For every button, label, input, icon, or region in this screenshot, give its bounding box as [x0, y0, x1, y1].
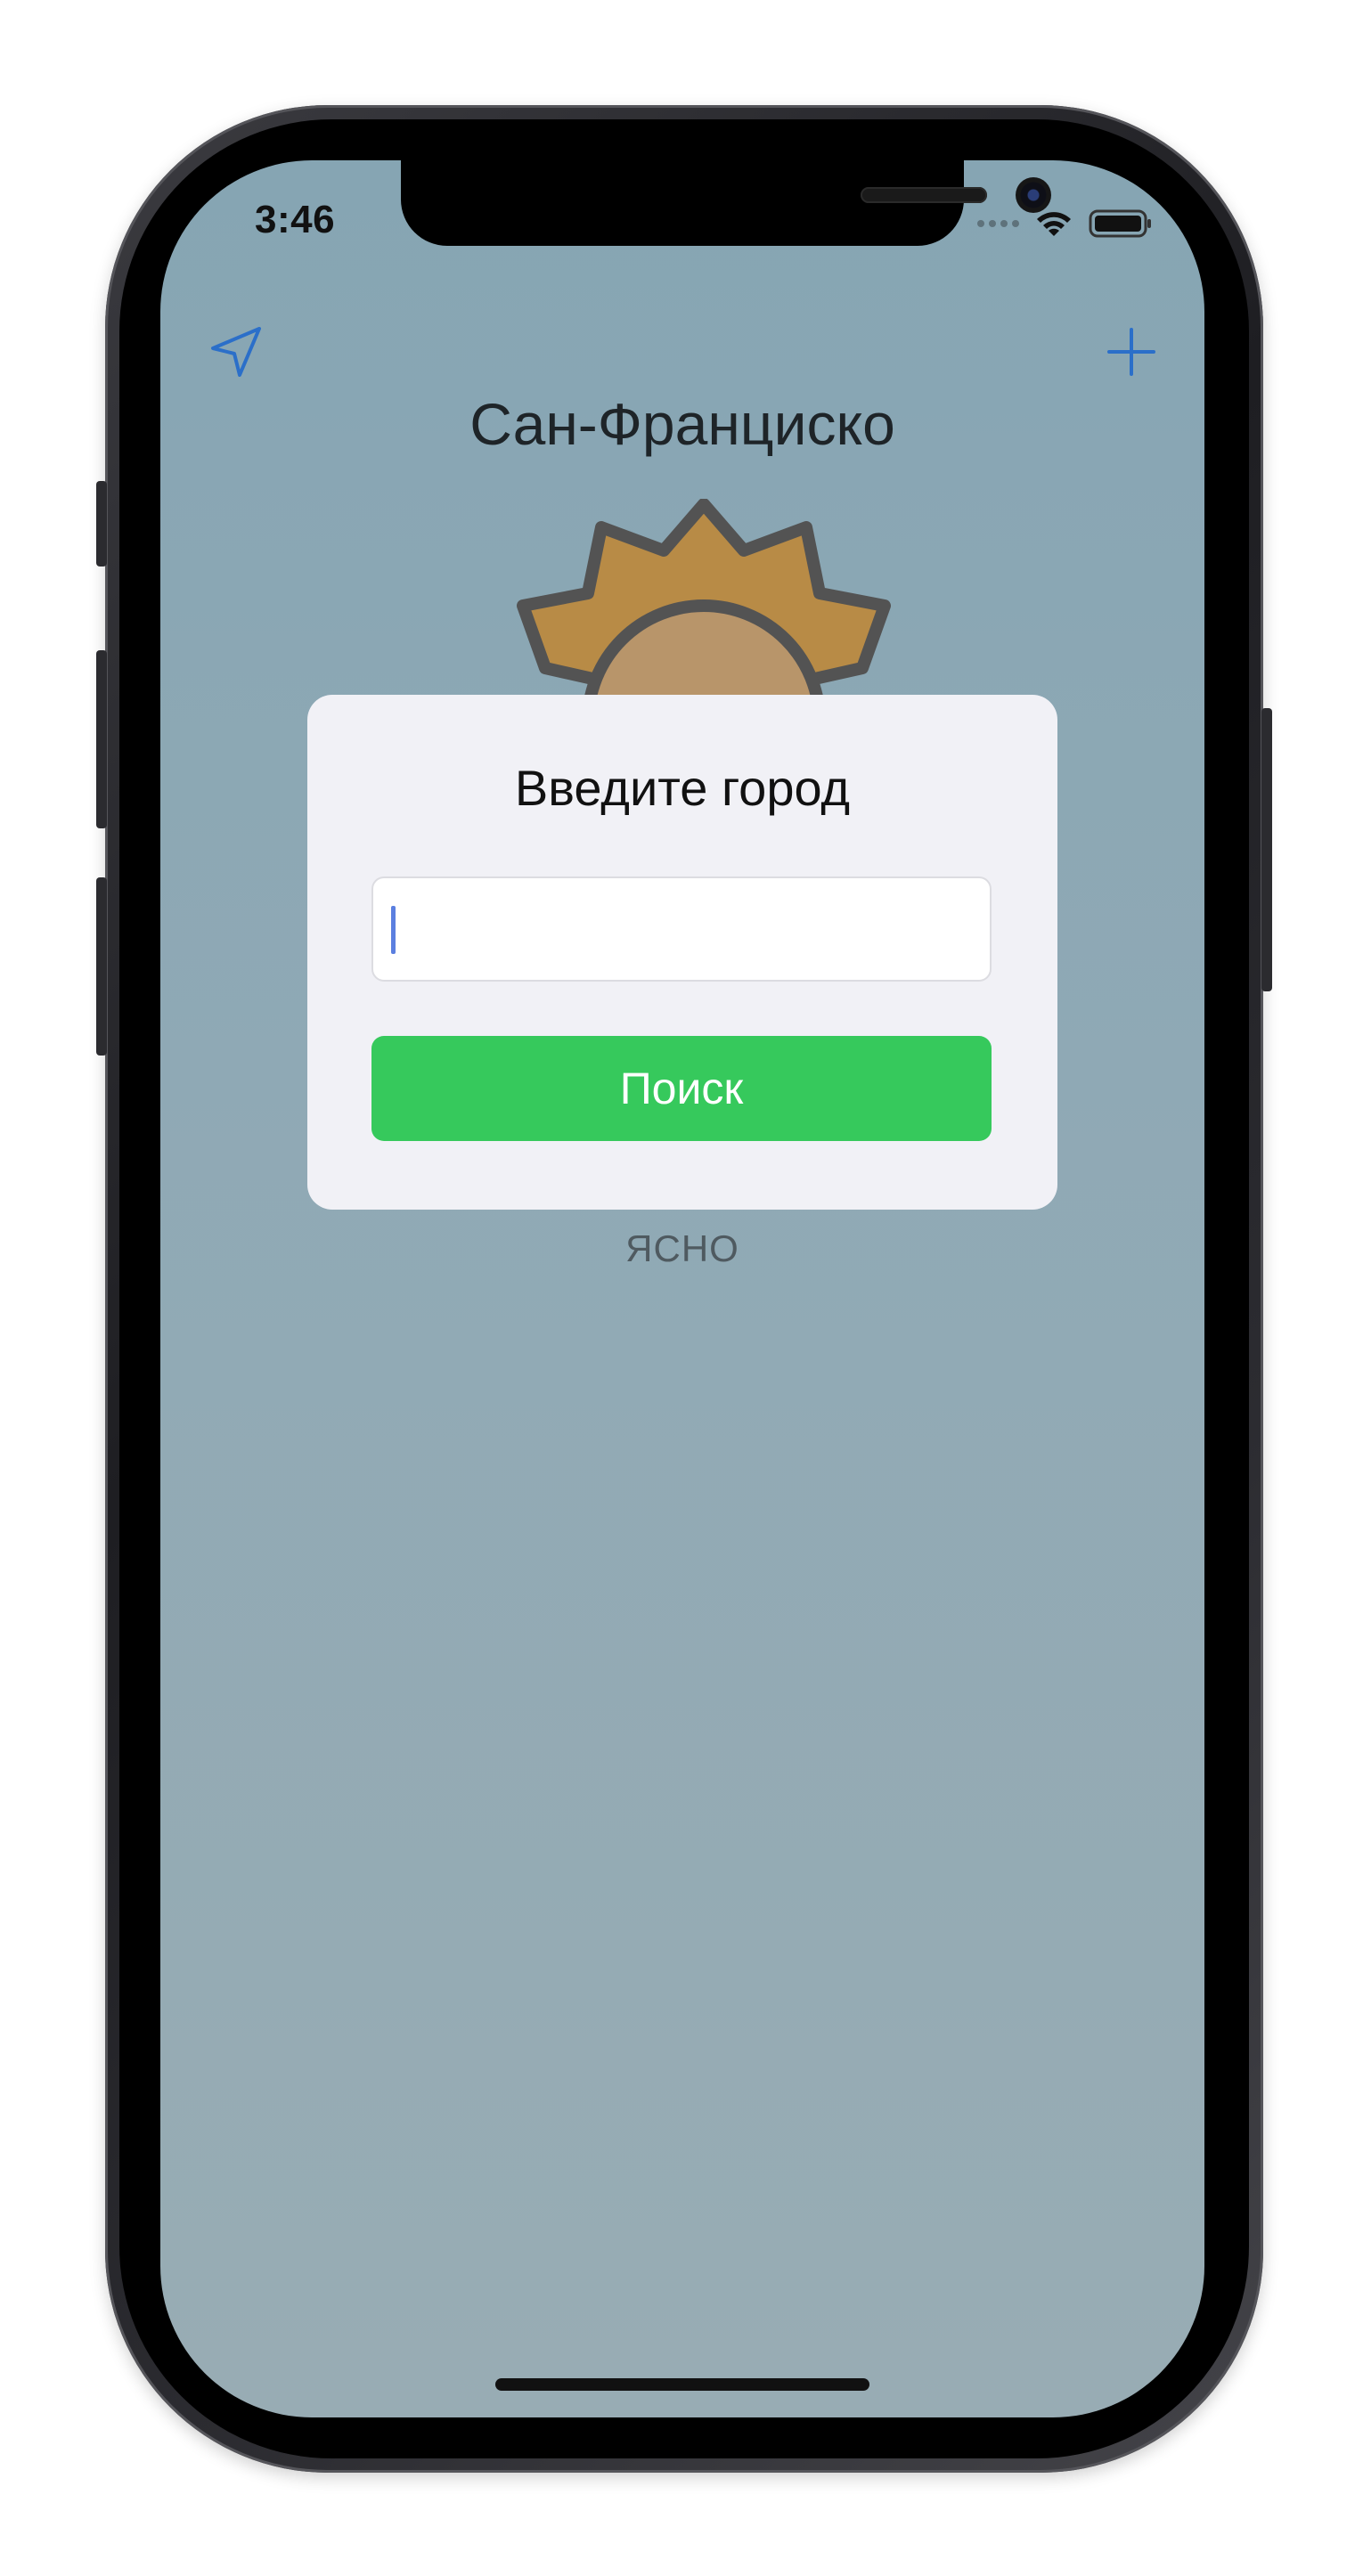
weather-condition: ЯСНО [625, 1227, 739, 1269]
dialog-title: Введите город [514, 760, 851, 816]
plus-icon [1107, 328, 1155, 376]
volume-up-button [96, 650, 107, 828]
notch [401, 160, 1051, 246]
speaker-grille [861, 187, 987, 203]
battery-icon [1089, 209, 1151, 238]
location-button[interactable] [200, 316, 272, 387]
home-indicator[interactable] [495, 2378, 869, 2391]
status-time: 3:46 [255, 198, 336, 241]
screen: 3:46 Сан-Франциско ЯСНО Введите город По… [160, 160, 1204, 2417]
silent-switch [96, 481, 107, 567]
power-button [1261, 708, 1272, 991]
signal-icon [977, 220, 1019, 227]
city-search-dialog: Введите город Поиск [307, 695, 1057, 1210]
location-arrow-icon [211, 327, 261, 377]
wifi-icon [1037, 212, 1071, 236]
status-indicators [977, 208, 1153, 239]
city-input[interactable] [371, 876, 992, 982]
add-city-button[interactable] [1096, 316, 1167, 387]
search-button[interactable]: Поиск [371, 1036, 992, 1141]
front-camera [1016, 177, 1051, 213]
text-cursor [391, 906, 396, 954]
volume-down-button [96, 877, 107, 1056]
city-title: Сан-Франциско [469, 391, 895, 457]
